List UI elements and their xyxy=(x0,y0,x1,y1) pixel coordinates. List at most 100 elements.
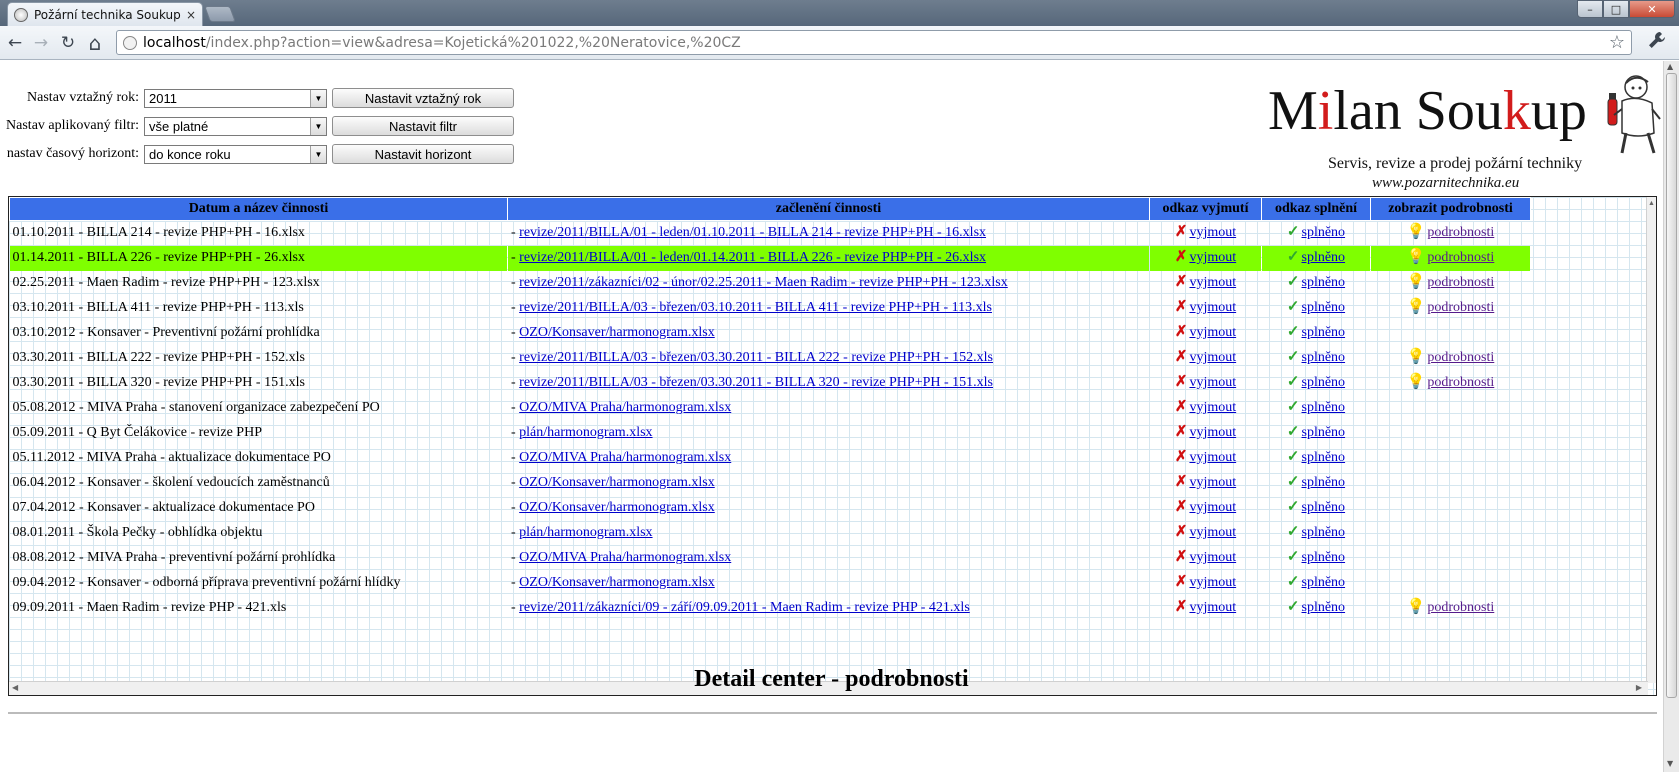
details-link[interactable]: podrobnosti xyxy=(1427,300,1494,315)
details-link[interactable]: podrobnosti xyxy=(1427,225,1494,240)
activity-path-link[interactable]: OZO/Konsaver/harmonogram.xlsx xyxy=(519,575,715,590)
details-link[interactable]: podrobnosti xyxy=(1427,600,1494,615)
scroll-down-icon[interactable]: ▼ xyxy=(1667,759,1673,768)
done-link[interactable]: splněno xyxy=(1302,575,1346,590)
year-select[interactable]: 2011 ▼ xyxy=(144,89,327,108)
chevron-down-icon[interactable]: ▼ xyxy=(310,118,326,135)
remove-link[interactable]: vyjmout xyxy=(1189,325,1236,340)
tab-close-icon[interactable]: × xyxy=(186,8,196,22)
remove-link[interactable]: vyjmout xyxy=(1189,525,1236,540)
column-header-done[interactable]: odkaz splnění xyxy=(1261,197,1371,221)
done-link[interactable]: splněno xyxy=(1302,600,1346,615)
column-header-path[interactable]: začlenění činnosti xyxy=(507,197,1150,221)
column-header-details[interactable]: zobrazit podrobnosti xyxy=(1370,197,1531,221)
column-header-remove[interactable]: odkaz vyjmutí xyxy=(1149,197,1262,221)
remove-link[interactable]: vyjmout xyxy=(1189,500,1236,515)
browser-tab[interactable]: Požární technika Soukup × xyxy=(7,2,203,26)
green-check-icon: ✓ xyxy=(1286,399,1300,415)
set-year-button[interactable]: Nastavit vztažný rok xyxy=(332,88,514,108)
wrench-icon[interactable] xyxy=(1648,31,1666,54)
remove-link[interactable]: vyjmout xyxy=(1189,350,1236,365)
maximize-button[interactable]: □ xyxy=(1603,0,1629,18)
activity-path-link[interactable]: OZO/MIVA Praha/harmonogram.xlsx xyxy=(519,400,731,415)
done-link[interactable]: splněno xyxy=(1302,550,1346,565)
activity-path-link[interactable]: OZO/Konsaver/harmonogram.xlsx xyxy=(519,475,715,490)
minimize-button[interactable]: – xyxy=(1577,0,1603,18)
details-cell: 💡 podrobnosti xyxy=(1371,221,1531,246)
activity-path-link[interactable]: OZO/MIVA Praha/harmonogram.xlsx xyxy=(519,550,731,565)
remove-link[interactable]: vyjmout xyxy=(1189,250,1236,265)
activity-path-link[interactable]: plán/harmonogram.xlsx xyxy=(519,425,652,440)
home-icon[interactable]: ⌂ xyxy=(84,31,106,55)
remove-link[interactable]: vyjmout xyxy=(1189,425,1236,440)
remove-link[interactable]: vyjmout xyxy=(1189,575,1236,590)
activity-path-link[interactable]: revize/2011/BILLA/01 - leden/01.14.2011 … xyxy=(519,250,986,265)
remove-link[interactable]: vyjmout xyxy=(1189,225,1236,240)
activity-path-link[interactable]: revize/2011/zákazníci/02 - únor/02.25.20… xyxy=(519,275,1008,290)
done-link[interactable]: splněno xyxy=(1302,450,1346,465)
remove-link[interactable]: vyjmout xyxy=(1189,300,1236,315)
filter-select[interactable]: vše platné ▼ xyxy=(144,117,327,136)
bookmark-star-icon[interactable]: ☆ xyxy=(1609,32,1625,53)
column-header-name[interactable]: Datum a název činnosti xyxy=(9,197,508,221)
remove-link[interactable]: vyjmout xyxy=(1189,375,1236,390)
divider xyxy=(8,712,1657,714)
activity-path-link[interactable]: OZO/Konsaver/harmonogram.xlsx xyxy=(519,325,715,340)
activity-path-link[interactable]: revize/2011/BILLA/03 - březen/03.30.2011… xyxy=(519,375,993,390)
scrollbar-thumb[interactable] xyxy=(1666,73,1677,698)
details-link[interactable]: podrobnosti xyxy=(1427,275,1494,290)
done-link[interactable]: splněno xyxy=(1302,325,1346,340)
remove-link[interactable]: vyjmout xyxy=(1189,550,1236,565)
done-link[interactable]: splněno xyxy=(1302,350,1346,365)
done-link[interactable]: splněno xyxy=(1302,300,1346,315)
activity-path-link[interactable]: OZO/Konsaver/harmonogram.xlsx xyxy=(519,500,715,515)
details-link[interactable]: podrobnosti xyxy=(1427,350,1494,365)
remove-link[interactable]: vyjmout xyxy=(1189,450,1236,465)
address-bar[interactable]: localhost/index.php?action=view&adresa=K… xyxy=(116,30,1632,55)
set-horizon-button[interactable]: Nastavit horizont xyxy=(332,144,514,164)
done-link[interactable]: splněno xyxy=(1302,375,1346,390)
chevron-down-icon[interactable]: ▼ xyxy=(310,146,326,163)
remove-cell: ✗ vyjmout xyxy=(1150,521,1262,546)
activity-path-link[interactable]: revize/2011/BILLA/01 - leden/01.10.2011 … xyxy=(519,225,986,240)
done-link[interactable]: splněno xyxy=(1302,500,1346,515)
details-cell: 💡 podrobnosti xyxy=(1371,371,1531,396)
table-row: 03.10.2011 - BILLA 411 - revize PHP+PH -… xyxy=(10,296,1531,321)
new-tab-button[interactable] xyxy=(204,6,236,22)
done-link[interactable]: splněno xyxy=(1302,275,1346,290)
forward-arrow-icon[interactable]: → xyxy=(30,32,52,54)
activity-path-cell: - OZO/MIVA Praha/harmonogram.xlsx xyxy=(511,550,732,565)
remove-link[interactable]: vyjmout xyxy=(1189,400,1236,415)
page-vertical-scrollbar[interactable]: ▲ ▼ xyxy=(1663,61,1679,772)
done-link[interactable]: splněno xyxy=(1302,525,1346,540)
tab-title: Požární technika Soukup xyxy=(34,7,181,22)
activity-path-link[interactable]: revize/2011/BILLA/03 - březen/03.10.2011… xyxy=(519,300,992,315)
remove-link[interactable]: vyjmout xyxy=(1189,475,1236,490)
activity-path-link[interactable]: OZO/MIVA Praha/harmonogram.xlsx xyxy=(519,450,731,465)
remove-link[interactable]: vyjmout xyxy=(1189,275,1236,290)
remove-link[interactable]: vyjmout xyxy=(1189,600,1236,615)
details-link[interactable]: podrobnosti xyxy=(1427,375,1494,390)
scroll-up-icon[interactable]: ▲ xyxy=(1667,62,1673,71)
table-vertical-scrollbar[interactable]: ▲ xyxy=(1646,197,1656,683)
close-window-button[interactable]: ✕ xyxy=(1629,0,1675,18)
page-icon xyxy=(123,35,137,50)
details-cell: 💡 podrobnosti xyxy=(1370,245,1531,271)
details-link[interactable]: podrobnosti xyxy=(1427,250,1494,265)
done-link[interactable]: splněno xyxy=(1302,475,1346,490)
horizon-select[interactable]: do konce roku ▼ xyxy=(144,145,327,164)
reload-icon[interactable]: ↻ xyxy=(57,32,79,54)
lightbulb-icon: 💡 xyxy=(1406,224,1426,241)
done-link[interactable]: splněno xyxy=(1302,400,1346,415)
done-link[interactable]: splněno xyxy=(1302,425,1346,440)
activity-path-link[interactable]: revize/2011/zákazníci/09 - září/09.09.20… xyxy=(519,600,970,615)
table-row: 03.30.2011 - BILLA 320 - revize PHP+PH -… xyxy=(10,371,1531,396)
activity-path-link[interactable]: revize/2011/BILLA/03 - březen/03.30.2011… xyxy=(519,350,993,365)
set-filter-button[interactable]: Nastavit filtr xyxy=(332,116,514,136)
done-cell: ✓ splněno xyxy=(1262,496,1371,521)
done-link[interactable]: splněno xyxy=(1302,250,1346,265)
done-link[interactable]: splněno xyxy=(1302,225,1346,240)
back-arrow-icon[interactable]: ← xyxy=(4,32,26,54)
chevron-down-icon[interactable]: ▼ xyxy=(310,90,326,107)
activity-path-link[interactable]: plán/harmonogram.xlsx xyxy=(519,525,652,540)
